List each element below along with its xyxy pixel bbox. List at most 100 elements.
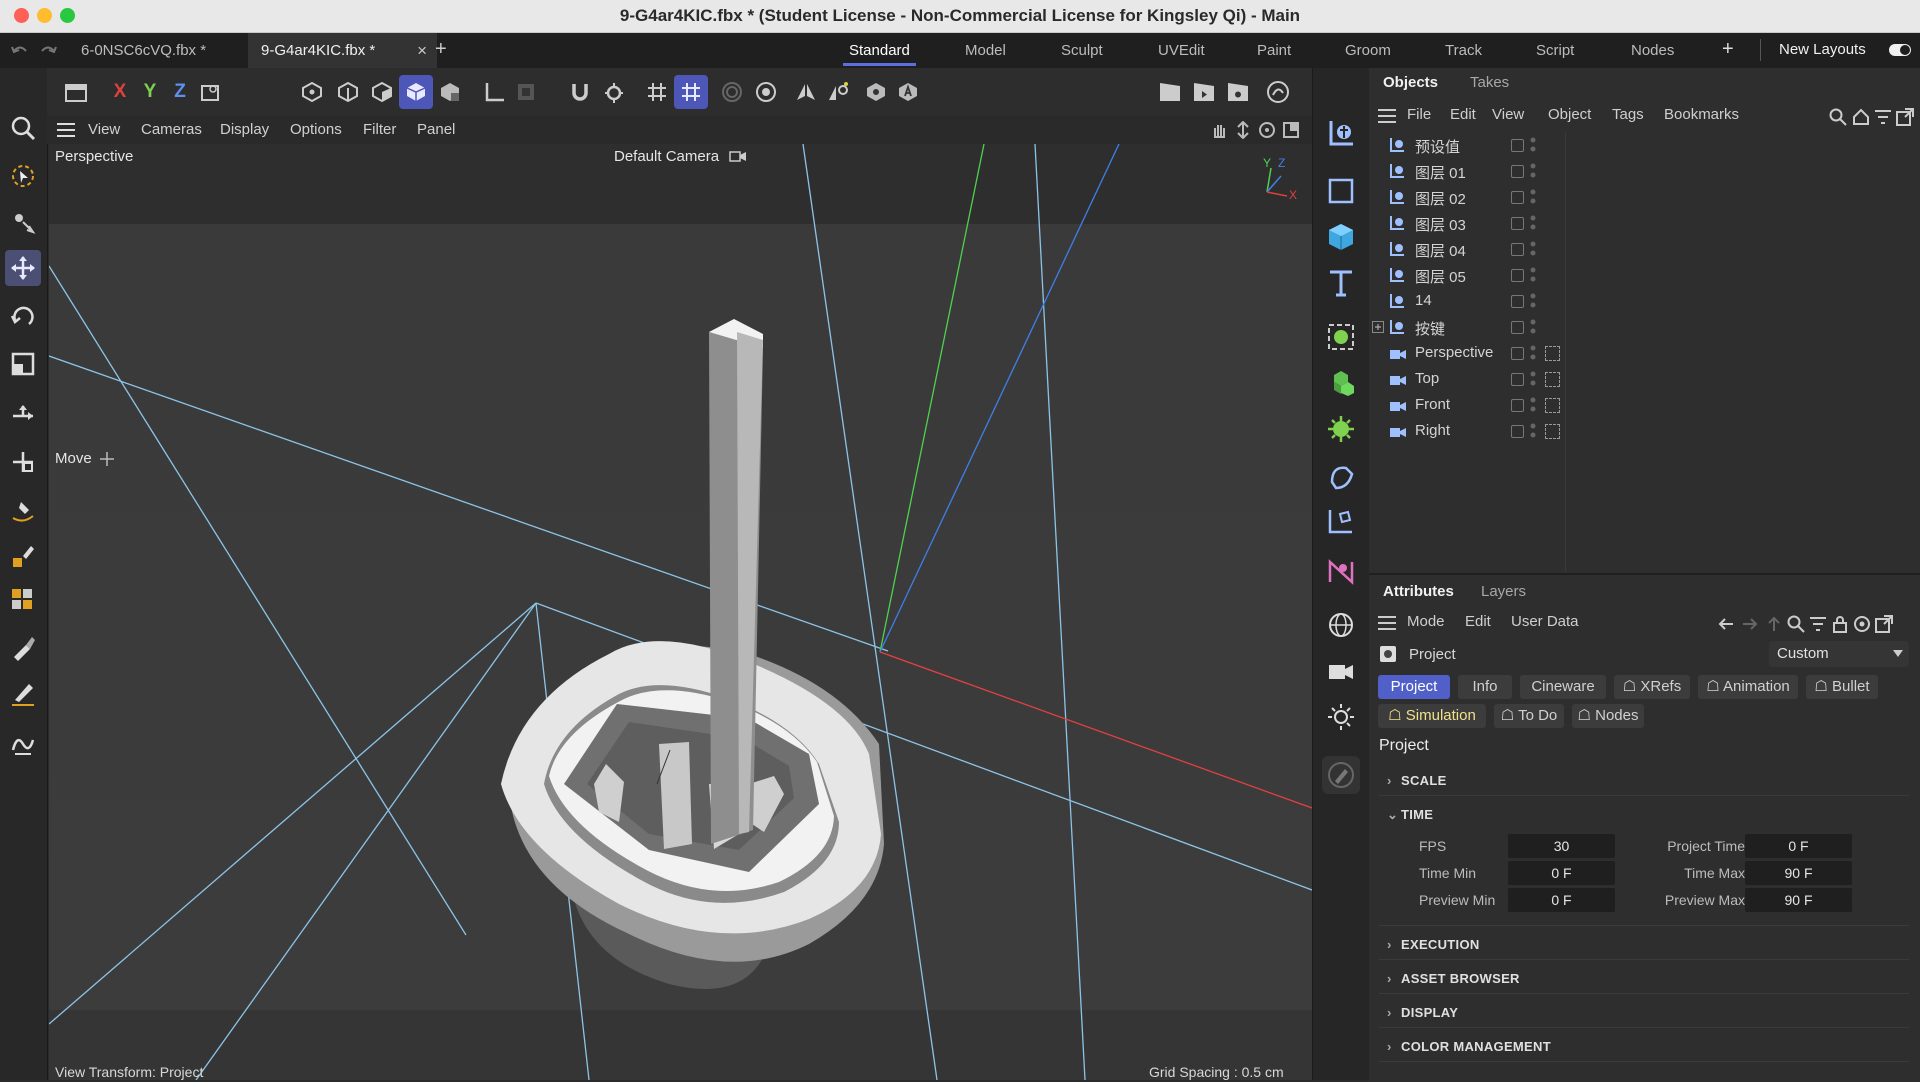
light-icon[interactable]: [1322, 698, 1360, 736]
transform-tool-icon[interactable]: [5, 444, 41, 480]
tweak-tool-icon[interactable]: [5, 204, 41, 240]
rectangle-spline-icon[interactable]: [1322, 172, 1360, 210]
camera-name[interactable]: Default Camera: [614, 148, 719, 165]
render-dots[interactable]: [1530, 240, 1536, 258]
attributes-menu-mode[interactable]: Mode: [1407, 613, 1445, 630]
zoom-view-icon[interactable]: [5, 110, 41, 146]
camera-icon[interactable]: [729, 149, 747, 163]
modeling-settings-icon[interactable]: [749, 75, 783, 109]
lock-x-axis-button[interactable]: X: [103, 75, 137, 109]
attributes-menu-edit[interactable]: Edit: [1465, 613, 1491, 630]
camera-tag-icon[interactable]: [1545, 372, 1560, 387]
visibility-check[interactable]: [1511, 425, 1524, 438]
pill-xrefs[interactable]: ☖ XRefs: [1614, 675, 1690, 699]
filter-icon[interactable]: [1809, 615, 1827, 633]
effector-icon[interactable]: [1322, 410, 1360, 448]
objects-menu-bookmarks[interactable]: Bookmarks: [1664, 106, 1739, 123]
brush-tool-icon[interactable]: [5, 630, 41, 666]
object-row[interactable]: 按键: [1369, 314, 1920, 340]
text-icon[interactable]: [1322, 264, 1360, 302]
pill-cineware[interactable]: Cineware: [1520, 675, 1606, 699]
doc-tab-1[interactable]: 6-0NSC6cVQ.fbx *: [68, 33, 251, 68]
tracer-icon[interactable]: [1322, 552, 1360, 590]
points-mode-icon[interactable]: [295, 75, 329, 109]
menu-display[interactable]: Display: [220, 121, 269, 138]
search-icon[interactable]: [1787, 615, 1805, 633]
camera-tag-icon[interactable]: [1545, 398, 1560, 413]
layout-tab-model[interactable]: Model: [965, 33, 1006, 68]
soft-selection-icon[interactable]: [715, 75, 749, 109]
preview-max-field[interactable]: 90 F: [1745, 888, 1852, 912]
objects-menu-edit[interactable]: Edit: [1450, 106, 1476, 123]
section-scale[interactable]: › SCALE: [1387, 773, 1447, 788]
visibility-check[interactable]: [1511, 399, 1524, 412]
axis-move-icon[interactable]: [5, 398, 41, 434]
render-object-icon[interactable]: [859, 75, 893, 109]
visibility-check[interactable]: [1511, 165, 1524, 178]
back-arrow-icon[interactable]: [1717, 615, 1735, 633]
render-view-icon[interactable]: [1153, 75, 1187, 109]
layout-tab-script[interactable]: Script: [1536, 33, 1574, 68]
object-row[interactable]: 预设值: [1369, 132, 1920, 158]
polygon-pen-icon[interactable]: [5, 582, 41, 618]
coordinate-system-icon[interactable]: [193, 75, 227, 109]
section-time[interactable]: ⌄ TIME: [1387, 807, 1433, 823]
render-dots[interactable]: [1530, 188, 1536, 206]
object-row[interactable]: Perspective: [1369, 340, 1920, 366]
lock-y-axis-button[interactable]: Y: [133, 75, 167, 109]
mode-select[interactable]: Custom: [1769, 641, 1909, 667]
null-object-icon[interactable]: [1322, 114, 1360, 152]
menu-options[interactable]: Options: [290, 121, 342, 138]
tab-takes[interactable]: Takes: [1470, 74, 1509, 91]
pill-info[interactable]: Info: [1458, 675, 1512, 699]
expand-plus-icon[interactable]: [1372, 321, 1384, 333]
layout-tab-groom[interactable]: Groom: [1345, 33, 1391, 68]
visibility-check[interactable]: [1511, 321, 1524, 334]
section-color-management[interactable]: › COLOR MANAGEMENT: [1387, 1039, 1551, 1054]
menu-filter[interactable]: Filter: [363, 121, 396, 138]
menu-view[interactable]: View: [88, 121, 120, 138]
visibility-check[interactable]: [1511, 347, 1524, 360]
object-row[interactable]: 图层 04: [1369, 236, 1920, 262]
generator-icon[interactable]: [1322, 318, 1360, 356]
visibility-check[interactable]: [1511, 295, 1524, 308]
move-tool-icon[interactable]: [5, 250, 41, 286]
workplane-icon[interactable]: [640, 75, 674, 109]
fps-field[interactable]: 30: [1508, 834, 1615, 858]
section-display[interactable]: › DISPLAY: [1387, 1005, 1458, 1020]
project-time-field[interactable]: 0 F: [1745, 834, 1852, 858]
layout-tab-paint[interactable]: Paint: [1257, 33, 1291, 68]
environment-icon[interactable]: [1322, 606, 1360, 644]
pill-nodes[interactable]: ☖ Nodes: [1572, 704, 1644, 728]
tab-attributes[interactable]: Attributes: [1383, 583, 1454, 600]
rotate-tool-icon[interactable]: [5, 298, 41, 334]
new-window-icon[interactable]: [1896, 108, 1914, 126]
polygons-mode-icon[interactable]: [365, 75, 399, 109]
visibility-check[interactable]: [1511, 191, 1524, 204]
layout-tab-uvedit[interactable]: UVEdit: [1158, 33, 1205, 68]
lock-z-axis-button[interactable]: Z: [163, 75, 197, 109]
close-tab-icon[interactable]: ×: [417, 33, 427, 68]
home-icon[interactable]: [1852, 108, 1870, 126]
render-dots[interactable]: [1530, 136, 1536, 154]
visibility-check[interactable]: [1511, 243, 1524, 256]
object-row[interactable]: Right: [1369, 418, 1920, 444]
time-max-field[interactable]: 90 F: [1745, 861, 1852, 885]
object-row[interactable]: Top: [1369, 366, 1920, 392]
visibility-check[interactable]: [1511, 139, 1524, 152]
render-dots[interactable]: [1530, 318, 1536, 336]
3d-viewport[interactable]: Perspective Default Camera Move Y Z X Vi…: [49, 144, 1312, 1080]
symmetry-settings-icon[interactable]: [821, 75, 855, 109]
hamburger-menu-icon[interactable]: [56, 122, 76, 138]
render-dots[interactable]: [1530, 266, 1536, 284]
target-icon[interactable]: [1853, 615, 1871, 633]
layout-tab-standard[interactable]: Standard: [843, 33, 916, 68]
object-row[interactable]: 14: [1369, 288, 1920, 314]
live-selection-icon[interactable]: [5, 158, 41, 194]
snap-icon[interactable]: [563, 75, 597, 109]
menu-panel[interactable]: Panel: [417, 121, 455, 138]
cube-icon[interactable]: [1322, 218, 1360, 256]
objects-menu-view[interactable]: View: [1492, 106, 1524, 123]
time-min-field[interactable]: 0 F: [1508, 861, 1615, 885]
layout-tab-nodes[interactable]: Nodes: [1631, 33, 1674, 68]
